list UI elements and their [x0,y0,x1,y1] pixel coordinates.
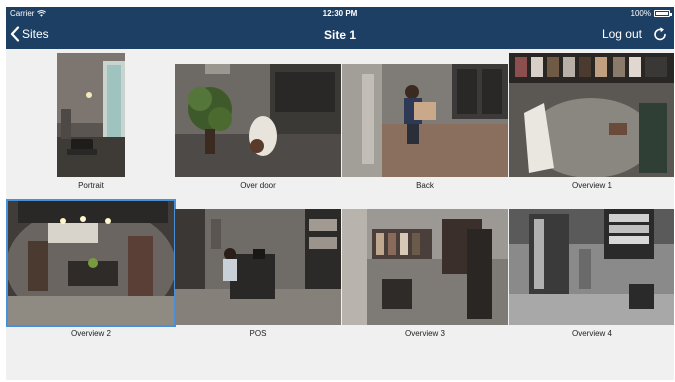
app-window: Carrier 12:30 PM 100% Sites Site 1 Log o… [6,7,674,380]
camera-tile-over-door[interactable]: Over door [175,53,341,203]
camera-label: Portrait [78,181,104,190]
camera-tile-overview-2[interactable]: Overview 2 [6,199,176,351]
camera-grid: Portrait Over door Back Overview 1 Overv… [6,49,674,380]
camera-thumbnail[interactable] [342,209,508,325]
camera-tile-back[interactable]: Back [342,53,508,203]
camera-tile-overview-1[interactable]: Overview 1 [509,53,674,203]
battery-icon [654,10,672,17]
page-title: Site 1 [323,28,356,42]
status-time: 12:30 PM [322,9,358,18]
camera-thumbnail[interactable] [342,64,508,177]
status-battery-group: 100% [630,9,672,18]
camera-label: Overview 2 [70,329,111,338]
camera-tile-overview-4[interactable]: Overview 4 [509,201,674,351]
navigation-bar: Sites Site 1 Log out [6,21,674,49]
camera-tile-overview-3[interactable]: Overview 3 [342,201,508,351]
camera-thumbnail[interactable] [509,53,674,177]
camera-tile-portrait[interactable]: Portrait [8,53,174,203]
logout-button[interactable]: Log out [602,27,642,41]
camera-label: Over door [240,181,276,190]
battery-percent: 100% [630,9,651,18]
camera-label: Overview 3 [404,329,445,338]
camera-tile-pos[interactable]: POS [175,201,341,351]
camera-label: Overview 4 [571,329,612,338]
camera-label: Back [416,181,434,190]
camera-thumbnail[interactable] [57,53,125,177]
camera-thumbnail[interactable] [175,64,341,177]
camera-label: Overview 1 [571,181,612,190]
back-button-label: Sites [22,27,49,41]
back-button[interactable]: Sites [10,26,49,42]
camera-thumbnail[interactable] [509,209,674,325]
camera-thumbnail[interactable] [6,199,176,327]
camera-thumbnail[interactable] [175,209,341,325]
chevron-left-icon [10,26,20,42]
refresh-icon[interactable] [652,26,668,42]
status-bar: Carrier 12:30 PM 100% [6,7,674,21]
camera-label: POS [249,329,267,338]
